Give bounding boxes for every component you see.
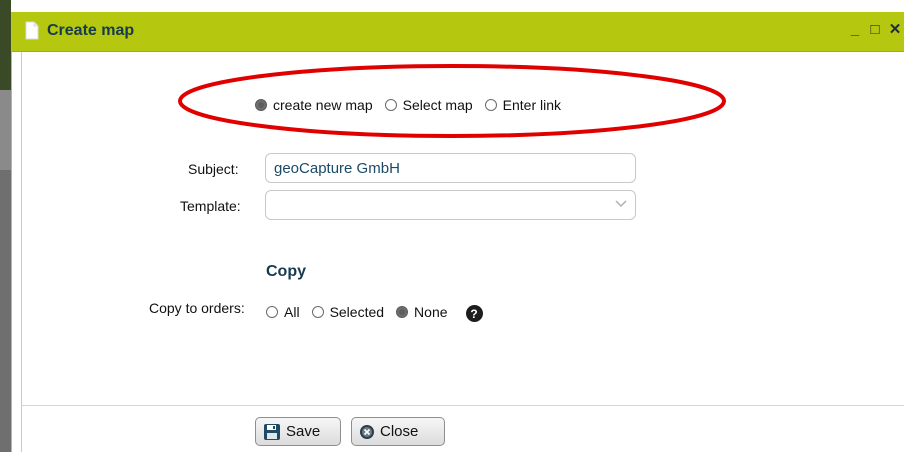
- maximize-button[interactable]: □: [867, 20, 883, 38]
- chevron-down-icon: [615, 200, 627, 208]
- copy-radio-group: All Selected None ?: [266, 301, 483, 322]
- dialog-content: create new map Select map Enter link Sub…: [21, 52, 904, 452]
- radio-label: Select map: [402, 97, 473, 113]
- template-label: Template:: [180, 198, 241, 214]
- radio-button[interactable]: [396, 305, 409, 318]
- template-select[interactable]: [265, 190, 636, 220]
- footer-divider: [22, 405, 904, 406]
- copy-to-orders-label: Copy to orders:: [149, 300, 245, 316]
- radio-button[interactable]: [311, 305, 324, 318]
- floppy-disk-icon: [264, 423, 280, 440]
- radio-copy-none[interactable]: None: [396, 303, 448, 320]
- radio-button[interactable]: [484, 99, 497, 111]
- close-circle-icon: [360, 424, 374, 439]
- map-mode-radio-group: create new map Select map Enter link: [255, 97, 573, 113]
- help-icon[interactable]: ?: [465, 305, 483, 322]
- radio-button[interactable]: [384, 99, 397, 111]
- create-map-dialog: Create map _ □ ✕ create new map Select m…: [11, 12, 904, 452]
- radio-select-map[interactable]: Select map: [384, 97, 473, 113]
- radio-copy-all[interactable]: All: [266, 304, 300, 320]
- background-window-edge: [0, 0, 11, 452]
- close-button[interactable]: Close: [351, 417, 445, 446]
- close-button-label: Close: [380, 423, 419, 440]
- close-window-button[interactable]: ✕: [887, 20, 903, 38]
- radio-enter-link[interactable]: Enter link: [484, 97, 562, 113]
- radio-button[interactable]: [266, 305, 278, 318]
- document-icon: [25, 21, 39, 40]
- radio-copy-selected[interactable]: Selected: [311, 303, 385, 320]
- radio-label: Selected: [329, 303, 385, 320]
- subject-field[interactable]: [265, 153, 636, 183]
- minimize-button[interactable]: _: [847, 20, 863, 38]
- window-controls: _ □ ✕: [847, 20, 903, 38]
- radio-button[interactable]: [255, 99, 267, 111]
- dialog-title: Create map: [47, 22, 135, 39]
- save-button-label: Save: [286, 423, 321, 440]
- radio-label: Enter link: [502, 97, 562, 113]
- radio-label: None: [414, 303, 448, 320]
- radio-label: create new map: [273, 97, 373, 113]
- copy-section-title: Copy: [266, 263, 306, 280]
- subject-label: Subject:: [188, 161, 239, 177]
- radio-label: All: [284, 303, 300, 320]
- dialog-titlebar[interactable]: Create map _ □ ✕: [12, 12, 904, 52]
- save-button[interactable]: Save: [255, 417, 341, 446]
- radio-create-new-map[interactable]: create new map: [255, 97, 373, 113]
